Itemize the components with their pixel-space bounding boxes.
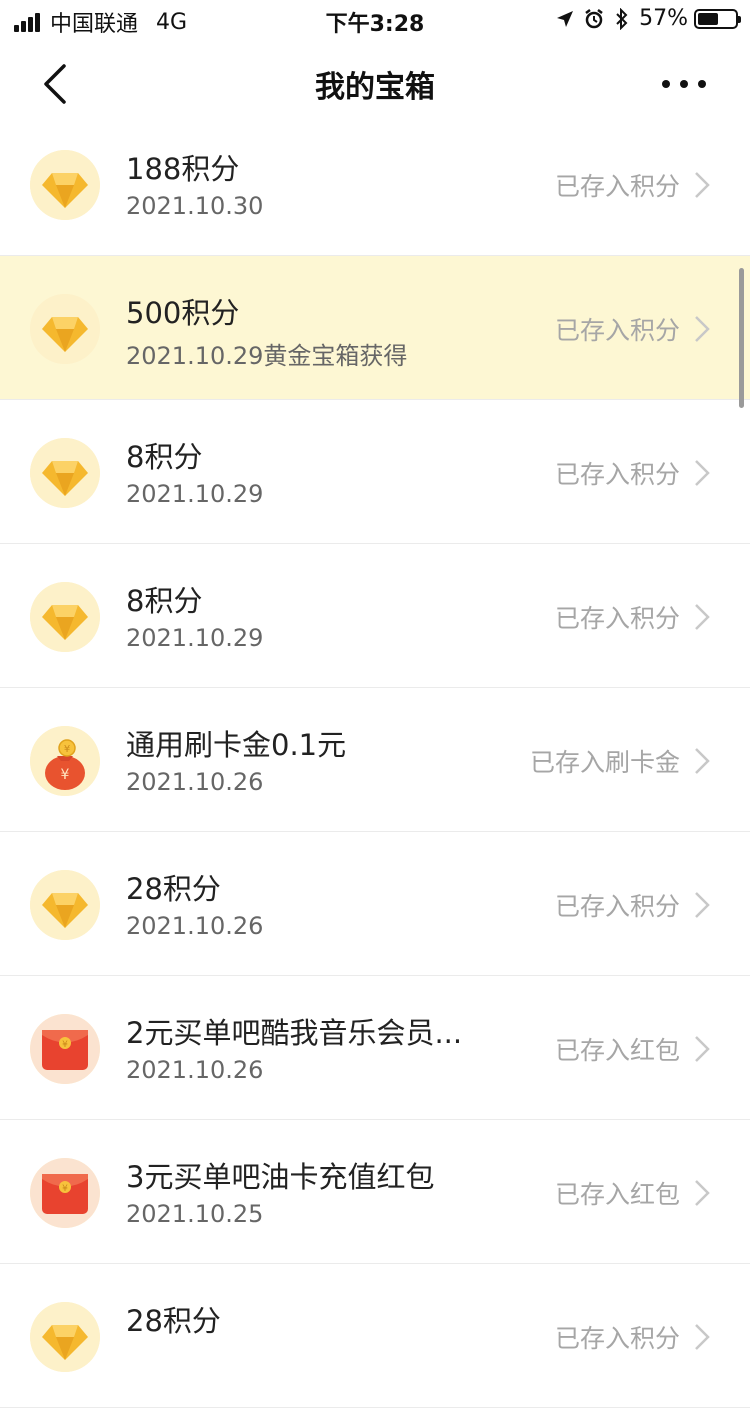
alarm-icon xyxy=(585,8,603,28)
item-status: 已存入积分 xyxy=(554,172,680,201)
diamond-icon xyxy=(30,870,100,940)
scrollbar[interactable] xyxy=(739,268,744,408)
item-status: 已存入刷卡金 xyxy=(529,748,680,777)
item-date: 2021.10.26 xyxy=(126,768,264,796)
item-title: 188积分 xyxy=(126,152,240,186)
chevron-right-icon xyxy=(695,1324,710,1350)
list-item[interactable]: 500积分 2021.10.29黄金宝箱获得 已存入积分 xyxy=(0,256,750,400)
chevron-right-icon xyxy=(695,460,710,486)
item-date: 2021.10.25 xyxy=(126,1200,264,1228)
diamond-icon xyxy=(30,438,100,508)
chevron-right-icon xyxy=(695,172,710,198)
item-title: 28积分 xyxy=(126,872,221,906)
list-item[interactable]: ¥ 2元买单吧酷我音乐会员... 2021.10.26 已存入红包 xyxy=(0,976,750,1120)
status-bar-right: 57% xyxy=(555,6,741,31)
status-bar: 中国联通 4G 下午3:28 57% xyxy=(0,0,750,40)
treasure-list: 188积分 2021.10.30 已存入积分 500积分 2021.10.29黄… xyxy=(0,112,750,1408)
svg-text:¥: ¥ xyxy=(62,1040,68,1050)
svg-text:¥: ¥ xyxy=(61,767,70,783)
item-date: 2021.10.29 xyxy=(126,480,264,508)
item-status: 已存入积分 xyxy=(554,1324,680,1353)
item-status: 已存入积分 xyxy=(554,316,680,345)
item-date: 2021.10.29 xyxy=(126,624,264,652)
item-status: 已存入红包 xyxy=(554,1180,680,1209)
item-title: 8积分 xyxy=(126,584,203,618)
chevron-right-icon xyxy=(695,604,710,630)
chevron-right-icon xyxy=(695,1036,710,1062)
diamond-icon xyxy=(30,294,100,364)
red-envelope-icon: ¥ xyxy=(30,1158,100,1228)
item-title: 8积分 xyxy=(126,440,203,474)
item-title: 2元买单吧酷我音乐会员... xyxy=(126,1016,463,1050)
list-item[interactable]: ¥ 3元买单吧油卡充值红包 2021.10.25 已存入红包 xyxy=(0,1120,750,1264)
item-status: 已存入积分 xyxy=(554,892,680,921)
list-item[interactable]: 28积分 2021.10.26 已存入积分 xyxy=(0,832,750,976)
chevron-right-icon xyxy=(695,316,710,342)
diamond-icon xyxy=(30,1302,100,1372)
item-title: 3元买单吧油卡充值红包 xyxy=(126,1160,435,1194)
list-item[interactable]: ¥ ¥ 通用刷卡金0.1元 2021.10.26 已存入刷卡金 xyxy=(0,688,750,832)
list-item[interactable]: 8积分 2021.10.29 已存入积分 xyxy=(0,544,750,688)
page-title: 我的宝箱 xyxy=(315,70,435,105)
money-bag-icon: ¥ ¥ xyxy=(30,726,100,796)
item-date: 2021.10.30 xyxy=(126,192,264,220)
item-date: 2021.10.26 xyxy=(126,912,264,940)
item-date: 2021.10.29黄金宝箱获得 xyxy=(126,342,408,370)
red-envelope-icon: ¥ xyxy=(30,1014,100,1084)
chevron-right-icon xyxy=(695,1180,710,1206)
svg-text:¥: ¥ xyxy=(62,1184,68,1194)
item-status: 已存入积分 xyxy=(554,460,680,489)
item-status: 已存入积分 xyxy=(554,604,680,633)
item-date: 2021.10.26 xyxy=(126,1056,264,1084)
chevron-right-icon xyxy=(695,892,710,918)
diamond-icon xyxy=(30,150,100,220)
item-title: 通用刷卡金0.1元 xyxy=(126,728,347,762)
svg-text:¥: ¥ xyxy=(64,744,70,755)
bluetooth-icon xyxy=(616,7,628,30)
list-item[interactable]: 8积分 2021.10.29 已存入积分 xyxy=(0,400,750,544)
list-item[interactable]: 188积分 2021.10.30 已存入积分 xyxy=(0,112,750,256)
diamond-icon xyxy=(30,582,100,652)
item-title: 500积分 xyxy=(126,296,240,330)
chevron-right-icon xyxy=(695,748,710,774)
list-item[interactable]: 28积分 已存入积分 xyxy=(0,1264,750,1408)
more-options-icon[interactable] xyxy=(644,66,724,102)
battery-icon xyxy=(694,8,741,29)
battery-percent: 57% xyxy=(639,6,688,31)
item-status: 已存入红包 xyxy=(554,1036,680,1065)
location-icon xyxy=(557,10,574,27)
